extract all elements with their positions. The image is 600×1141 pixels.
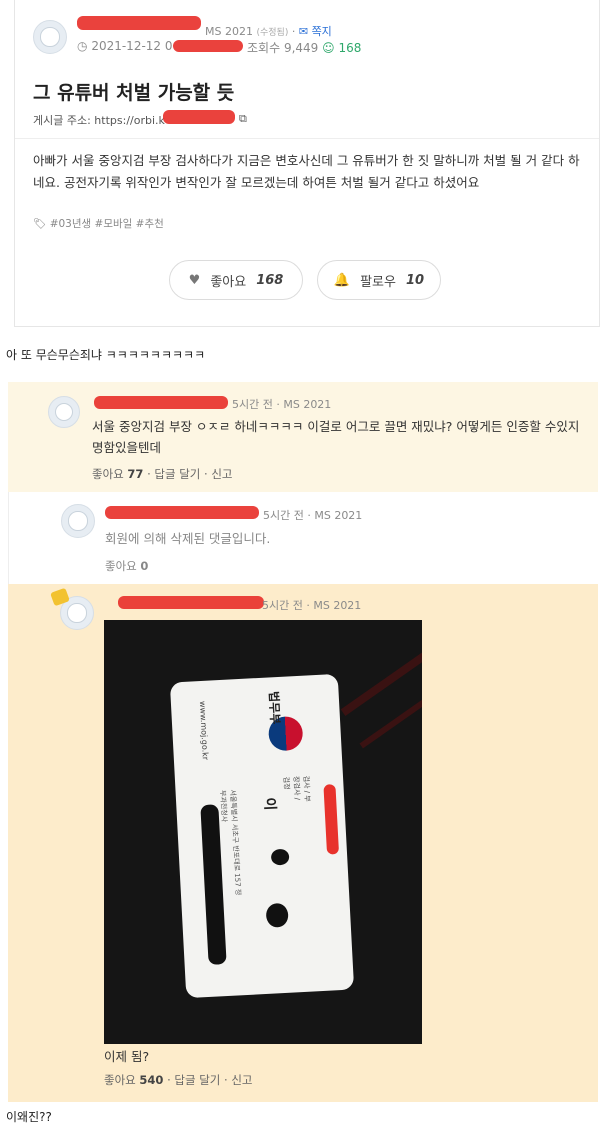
comment-actions: 좋아요 77 · 답글 달기 · 신고 [92,467,233,481]
comment-like-label[interactable]: 좋아요 [104,1073,136,1087]
redacted-author-name [77,16,201,30]
comment-deleted-text: 회원에 의해 삭제된 댓글입니다. [105,531,271,546]
edited-badge: (수정됨) [256,28,289,38]
redacted-commenter [105,506,259,519]
commenter-avatar[interactable] [61,504,95,538]
comment-like-label[interactable]: 좋아요 [92,467,124,481]
redacted-url [163,110,235,124]
reply-link[interactable]: 답글 달기 [154,467,200,481]
comment-text: 서울 중앙지검 부장 ㅇㅈㄹ 하네ㅋㅋㅋㅋ 이걸로 어그로 끌면 재밌냐? 어떻… [92,419,580,455]
post-meta-bottom: ◷ 2021-12-12 0 [77,39,173,53]
comment-icon: ☺ [322,41,335,55]
bell-icon: 🔔 [333,272,351,288]
views-count: 9,449 [283,41,319,55]
reply-link[interactable]: 답글 달기 [174,1073,220,1087]
copy-icon[interactable]: ⧉ [239,112,247,126]
post-url: 게시글 주소: https://orbi.k [33,114,165,127]
author-avatar[interactable] [33,20,67,54]
comment-3: 5시간 전 · MS 2021 법무부 www.moj.go.kr 이 검사 /… [8,584,598,1102]
like-button[interactable]: ♥ 좋아요 168 [169,260,303,300]
card-org: 법무부 [266,690,283,725]
views-meta: 조회수 9,449 ☺ 168 [247,39,361,56]
commenter-avatar[interactable] [48,396,80,428]
author-suffix: MS 2021 [205,25,253,38]
comment-like-label[interactable]: 좋아요 [105,559,137,573]
like-count: 168 [256,272,284,288]
comment-meta: 5시간 전 · MS 2021 [232,398,332,411]
post-meta-top: MS 2021 (수정됨) · ✉ 쪽지 [205,25,332,38]
message-link[interactable]: 쪽지 [312,25,332,38]
comment-photo[interactable]: 법무부 www.moj.go.kr 이 검사 / 부장검사 / 검정 서울특별시… [104,620,422,1044]
caption-1: 아 또 무슨무슨죄냐 ㅋㅋㅋㅋㅋㅋㅋㅋㅋ [6,348,206,362]
report-link[interactable]: 신고 [231,1073,252,1087]
clock-icon: ◷ [77,39,88,53]
follow-button[interactable]: 🔔 팔로우 10 [317,260,441,300]
comment-like-count: 0 [140,559,149,573]
tag-icon: 🏷 [33,218,47,230]
card-title: 검사 / 부장검사 / 검정 [281,775,312,802]
comment-actions: 좋아요 0 [105,558,148,574]
post-card: MS 2021 (수정됨) · ✉ 쪽지 ◷ 2021-12-12 0 조회수 … [14,0,600,327]
tag-item[interactable]: #03년생 [50,218,91,230]
comment-meta: 5시간 전 · MS 2021 [262,599,362,612]
follow-label: 팔로우 [360,274,396,290]
post-title: 그 유튜버 처벌 가능할 듯 [33,82,235,104]
card-name: 이 [261,797,278,811]
divider [15,138,599,139]
report-link[interactable]: 신고 [211,467,232,481]
message-icon[interactable]: ✉ [299,25,308,38]
views-label: 조회수 [247,41,281,55]
post-date: 2021-12-12 0 [91,39,173,53]
heart-icon: ♥ [188,272,201,288]
post-body: 아빠가 서울 중앙지검 부장 검사하다가 지금은 변호사신데 그 유튜버가 한 … [33,153,580,190]
redaction-scribble [270,848,290,866]
business-card: 법무부 www.moj.go.kr 이 검사 / 부장검사 / 검정 서울특별시… [169,673,355,999]
comment-meta: 5시간 전 · MS 2021 [263,509,363,522]
comment-2: 5시간 전 · MS 2021 회원에 의해 삭제된 댓글입니다. 좋아요 0 [8,492,598,584]
card-site: www.moj.go.kr [197,700,210,761]
redacted-time [173,40,243,52]
comment-like-count: 77 [127,467,144,481]
redaction-scribble [323,784,340,855]
comment-like-count: 540 [139,1073,164,1087]
tag-item[interactable]: #모바일 [95,218,133,230]
comment-actions: 좋아요 540 · 답글 달기 · 신고 [104,1073,253,1087]
redacted-commenter [118,596,264,609]
caption-2: 이왜진?? [6,1110,52,1124]
like-label: 좋아요 [210,274,247,290]
tag-item[interactable]: #추천 [136,218,164,230]
redacted-commenter [94,396,228,409]
follow-count: 10 [405,272,425,288]
tag-list: 🏷 #03년생 #모바일 #추천 [33,216,164,231]
comment-text: 이제 됨? [104,1049,150,1064]
redaction-scribble [265,902,289,928]
comment-1: 5시간 전 · MS 2021 서울 중앙지검 부장 ㅇㅈㄹ 하네ㅋㅋㅋㅋ 이걸… [8,382,598,492]
comment-count: 168 [338,41,362,55]
